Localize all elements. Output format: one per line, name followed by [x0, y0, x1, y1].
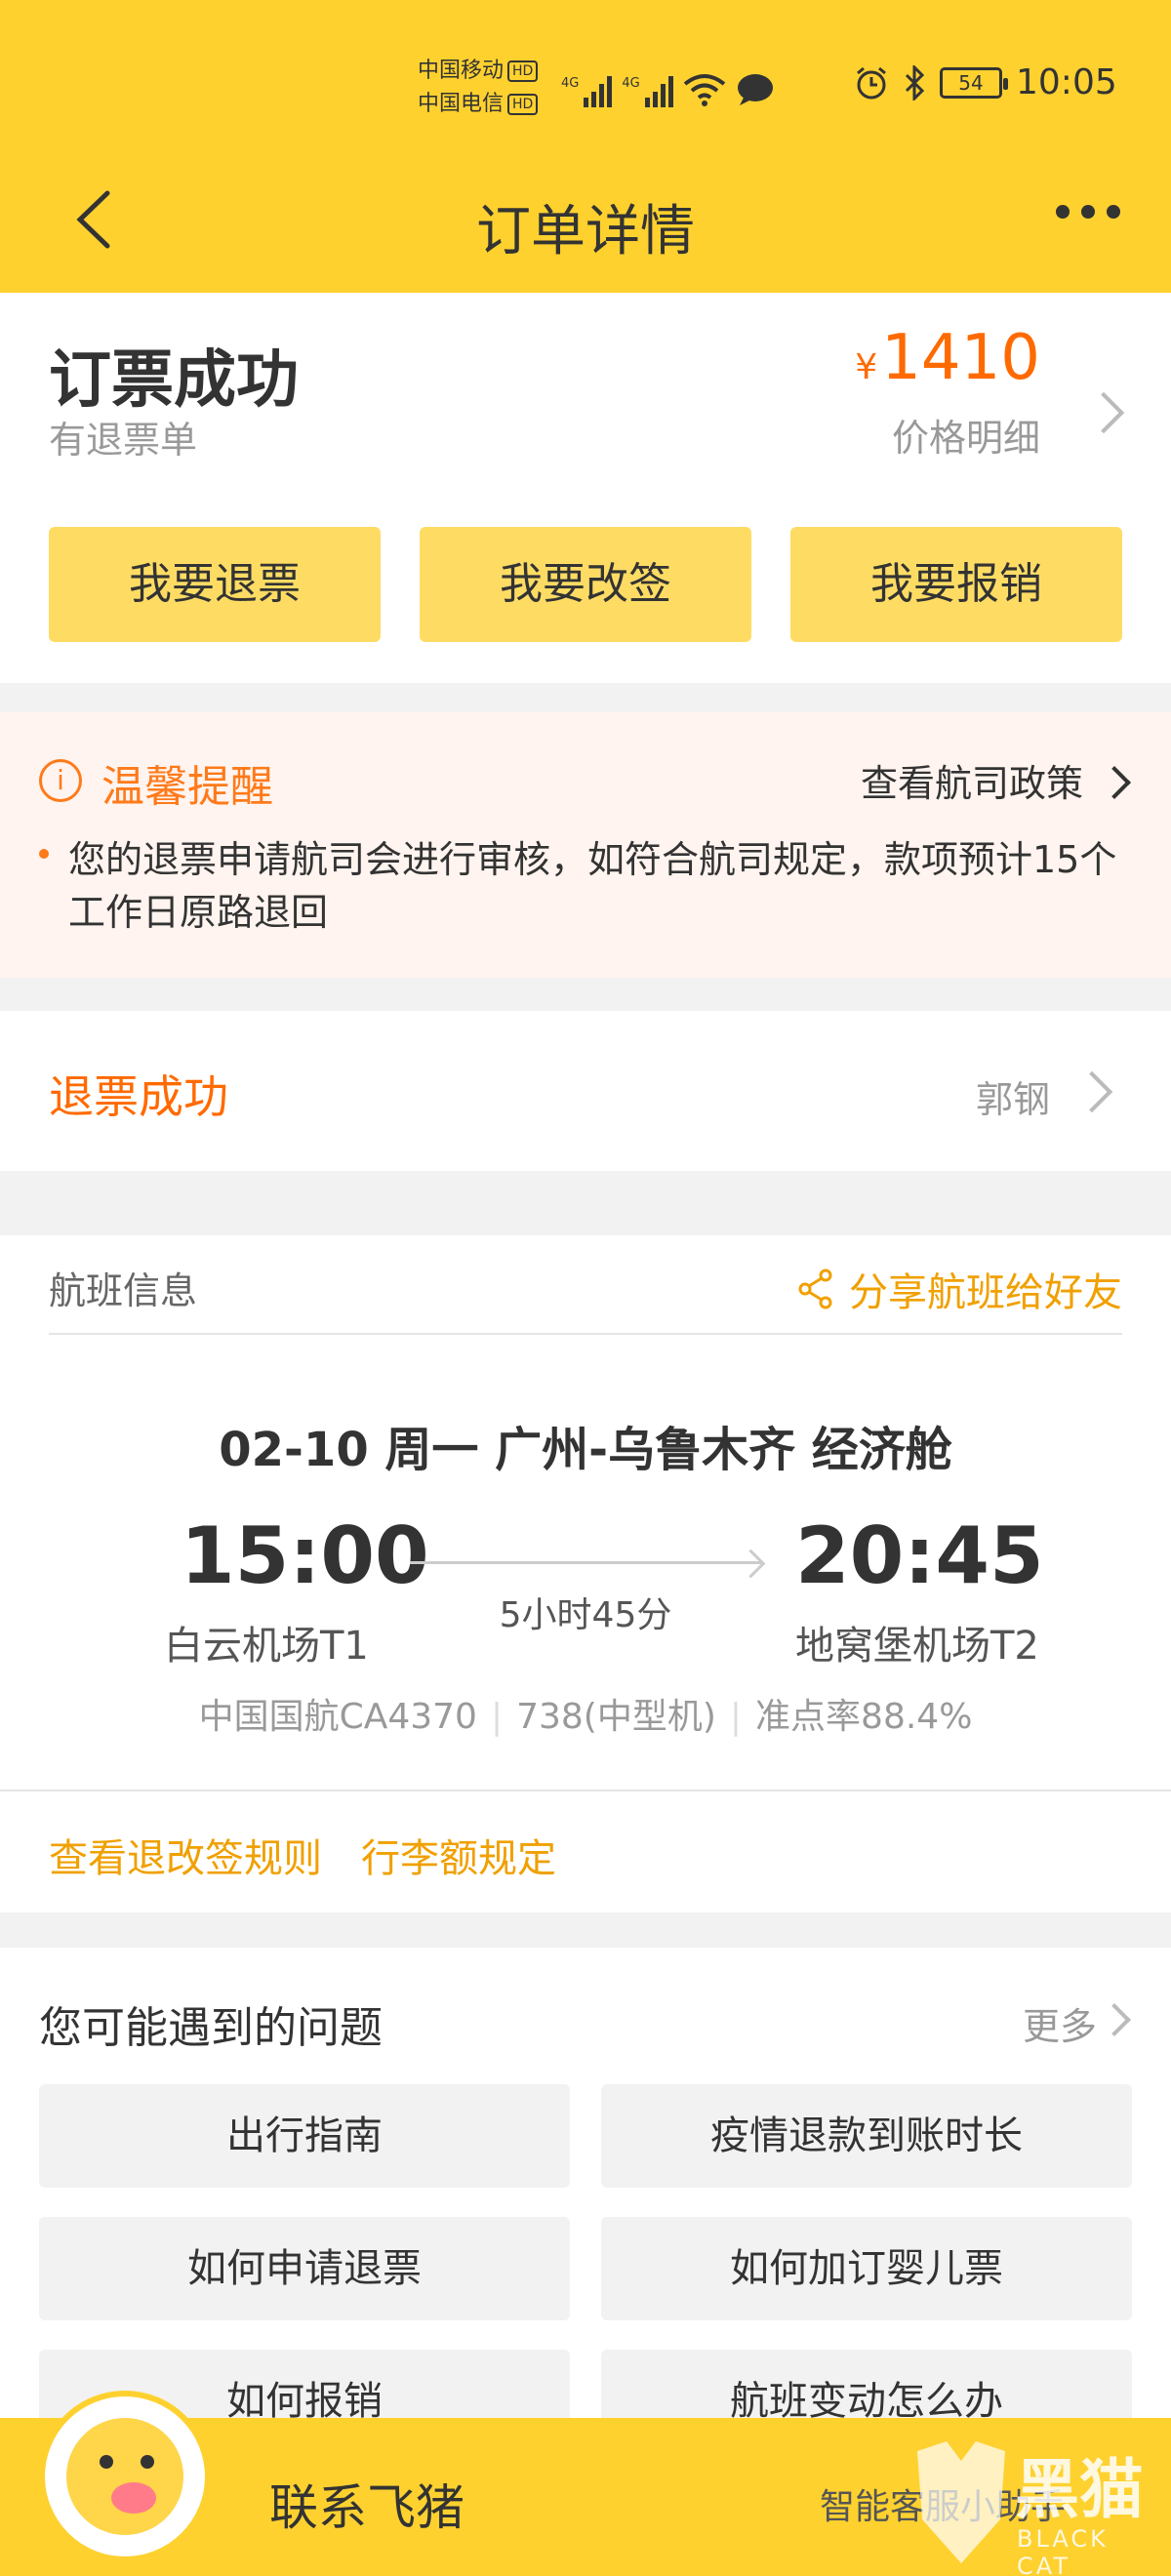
refund-button[interactable]: 我要退票: [49, 527, 381, 642]
carrier-info: 中国移动 HD 中国电信 HD: [418, 55, 539, 121]
flight-meta: 中国国航CA4370 | 738(中型机) | 准点率88.4%: [198, 1697, 973, 1737]
on-time-rate: 准点率88.4%: [755, 1697, 973, 1737]
network-label: 4G: [561, 76, 580, 91]
nav-bar: 订单详情: [0, 166, 1171, 273]
signal-icons: 4G 4G: [561, 64, 775, 107]
refund-status-title: 退票成功: [49, 1070, 228, 1123]
order-status-title: 订票成功: [49, 344, 299, 417]
alarm-icon: [857, 66, 886, 99]
change-rules-link[interactable]: 查看退改签规则: [49, 1827, 322, 1883]
watermark-logo: 黑猫 BLACK CAT: [908, 2432, 1171, 2576]
price-detail-link[interactable]: 价格明细: [892, 408, 1040, 462]
faq-item[interactable]: 疫情退款到账时长: [601, 2084, 1132, 2188]
faq-item[interactable]: 如何加订婴儿票: [601, 2217, 1132, 2320]
airline-policy-link[interactable]: 查看航司政策: [861, 753, 1083, 807]
reminder-text: 您的退票申请航司会进行审核，如符合航司规定，款项预计15个工作日原路退回: [68, 838, 1117, 934]
luggage-rules-link[interactable]: 行李额规定: [361, 1827, 556, 1883]
network-label: 4G: [622, 76, 640, 91]
divider: [0, 1790, 1171, 1791]
status-bar: 中国移动 HD 中国电信 HD 4G 4G 54 10:05: [0, 49, 1171, 127]
refund-status-row[interactable]: 退票成功 郭钢: [0, 1011, 1171, 1171]
reminder-card: i 温馨提醒 查看航司政策 您的退票申请航司会进行审核，如符合航司规定，款项预计…: [0, 712, 1171, 978]
action-buttons: 我要退票 我要改签 我要报销: [49, 527, 1122, 644]
hd-badge: HD: [507, 60, 539, 82]
battery-icon: 54: [940, 66, 1008, 99]
carrier-2: 中国电信: [418, 92, 505, 116]
wifi-icon: [683, 74, 725, 106]
flight-arrow-icon: [410, 1561, 761, 1564]
watermark-text: 黑猫: [1015, 2452, 1144, 2527]
app-header: 中国移动 HD 中国电信 HD 4G 4G 54 10:05 订单详情: [0, 0, 1171, 293]
rule-links: 查看退改签规则 行李额规定: [49, 1827, 556, 1883]
reminder-title: 温馨提醒: [101, 762, 273, 812]
more-options-icon[interactable]: [1056, 205, 1126, 224]
bluetooth-icon: [905, 64, 925, 101]
share-flight-button[interactable]: 分享航班给好友: [796, 1261, 1122, 1317]
carrier-1: 中国移动: [418, 59, 505, 83]
arrival-airport: 地窝堡机场T2: [795, 1624, 1039, 1669]
chevron-right-icon[interactable]: [1082, 391, 1125, 434]
signal-icon: 4G: [561, 76, 613, 107]
info-icon: i: [39, 759, 82, 802]
chevron-right-icon[interactable]: [1098, 2003, 1131, 2036]
clock: 10:05: [1016, 62, 1117, 102]
total-price[interactable]: ¥1410: [855, 322, 1040, 394]
faq-grid: 出行指南 疫情退款到账时长 如何申请退票 如何加订婴儿票 如何报销 航班变动怎么…: [39, 2084, 1132, 2453]
hd-badge: HD: [507, 94, 539, 115]
contact-bar[interactable]: 联系飞猪 智能客服小助手 黑猫 BLACK CAT: [0, 2391, 1171, 2576]
chat-icon: [737, 74, 773, 105]
price-amount: 1410: [881, 322, 1040, 394]
status-right: 54 10:05: [854, 62, 1117, 102]
faq-more-link[interactable]: 更多: [1023, 1996, 1097, 2050]
flight-duration: 5小时45分: [499, 1595, 672, 1635]
arrival-time: 20:45: [795, 1510, 1044, 1601]
share-icon: [798, 1268, 832, 1309]
faq-title: 您可能遇到的问题: [39, 2003, 383, 2053]
faq-item[interactable]: 出行指南: [39, 2084, 570, 2188]
page-title: 订单详情: [476, 200, 695, 263]
share-label: 分享航班给好友: [849, 1270, 1122, 1315]
flight-info-card: 航班信息 分享航班给好友 02-10 周一 广州-乌鲁木齐 经济舱 15:00 …: [0, 1235, 1171, 1912]
reimburse-button[interactable]: 我要报销: [790, 527, 1122, 642]
flight-number: 中国国航CA4370: [198, 1697, 477, 1737]
chevron-right-icon[interactable]: [1098, 766, 1131, 799]
flight-section-label: 航班信息: [49, 1269, 198, 1312]
cat-shield-icon: [917, 2441, 1005, 2563]
flight-route: 02-10 周一 广州-乌鲁木齐 经济舱: [219, 1423, 952, 1477]
faq-item[interactable]: 如何申请退票: [39, 2217, 570, 2320]
passenger-name: 郭钢: [975, 1078, 1050, 1121]
watermark-subtext: BLACK CAT: [1017, 2525, 1109, 2576]
signal-icon: 4G: [622, 76, 673, 107]
mascot-avatar-icon[interactable]: [39, 2391, 211, 2562]
departure-time: 15:00: [181, 1510, 429, 1601]
order-status-card: 订票成功 有退票单 ¥1410 价格明细 我要退票 我要改签 我要报销: [0, 293, 1171, 683]
bullet-dot: [39, 849, 49, 859]
chevron-right-icon[interactable]: [1070, 1070, 1113, 1113]
order-sub-status: 有退票单: [49, 419, 198, 462]
departure-airport: 白云机场T1: [164, 1624, 369, 1669]
divider: [49, 1333, 1122, 1335]
currency-symbol: ¥: [855, 347, 878, 387]
change-ticket-button[interactable]: 我要改签: [420, 527, 751, 642]
contact-fliggy-label: 联系飞猪: [269, 2479, 464, 2536]
aircraft-type: 738(中型机): [516, 1697, 716, 1737]
